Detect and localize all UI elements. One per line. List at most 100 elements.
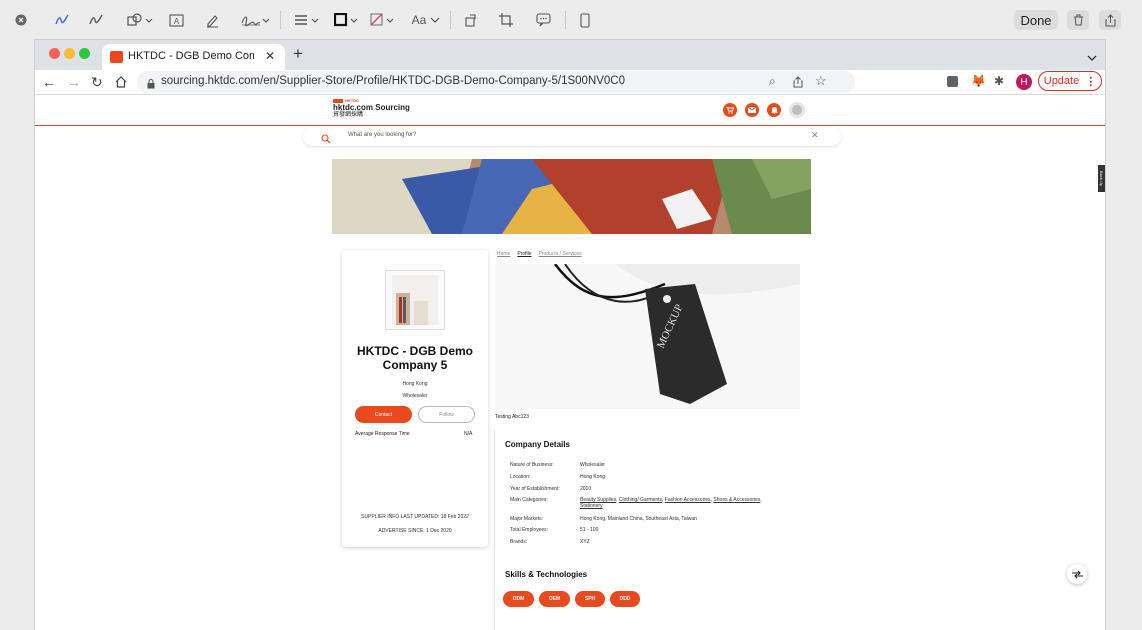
sketch-icon[interactable] xyxy=(52,9,72,31)
back-arrow-icon[interactable]: ← xyxy=(42,74,56,90)
url-text: sourcing.hktdc.com/en/Supplier-Store/Pro… xyxy=(161,75,626,87)
main-categories-links: Beauty Supplies, Clothing/ Garments, Fas… xyxy=(580,497,762,509)
new-tab-icon[interactable]: + xyxy=(293,44,303,64)
nav-profile-link[interactable]: Profile xyxy=(517,251,531,257)
site-search-input[interactable]: What are you looking for? ✕ xyxy=(303,128,841,146)
annotate-icon[interactable] xyxy=(534,9,552,31)
fill-color-icon[interactable] xyxy=(369,9,397,31)
crop-icon[interactable] xyxy=(497,9,515,31)
breadcrumb: Home Profile Products / Services xyxy=(497,251,582,257)
logo-title: hktdc.com Sourcing xyxy=(333,103,410,112)
browser-window: HKTDC - DGB Demo Company ✕ + ← → ↻ sourc… xyxy=(35,40,1105,630)
category-link[interactable]: Shoes & Accessories xyxy=(713,497,760,503)
detail-label: Brands: xyxy=(510,539,528,545)
forward-arrow-icon[interactable]: → xyxy=(67,74,81,90)
font-label: Aa xyxy=(411,13,427,27)
detail-label: Year of Establishment: xyxy=(510,486,560,492)
skill-tag[interactable]: DDD xyxy=(610,591,640,607)
follow-button[interactable]: Follow xyxy=(418,406,475,423)
last-updated-text: SUPPLIER INFO LAST UPDATED: 18 Feb 2022 xyxy=(361,514,469,520)
side-floating-tab[interactable]: Back Up xyxy=(1098,165,1105,192)
done-button[interactable]: Done xyxy=(1014,10,1058,30)
minimize-window-button[interactable] xyxy=(64,48,75,59)
contact-button[interactable]: Contact xyxy=(355,406,412,423)
font-menu[interactable]: Aa xyxy=(410,9,442,31)
tab-search-chevron-icon[interactable] xyxy=(1087,49,1097,67)
detail-value: Hong Kong xyxy=(580,474,606,480)
hktdc-favicon-icon xyxy=(110,51,123,63)
company-type: Wholesaler xyxy=(402,393,428,399)
reload-icon[interactable]: ↻ xyxy=(91,74,103,91)
extension-icon[interactable] xyxy=(947,76,958,87)
share-page-icon[interactable] xyxy=(793,75,803,93)
shapes-icon[interactable] xyxy=(125,9,155,31)
company-logo-image xyxy=(385,270,445,330)
company-location: Hong Kong xyxy=(402,381,428,387)
signature-icon[interactable] xyxy=(240,9,270,31)
response-time-value: N/A xyxy=(464,431,473,437)
clear-search-icon[interactable]: ✕ xyxy=(811,130,819,141)
hero-caption: Testing Abc123 xyxy=(495,414,529,420)
highlight-icon[interactable] xyxy=(203,9,221,31)
close-tab-icon[interactable]: ✕ xyxy=(265,49,275,63)
company-name: HKTDC - DGB Demo Company 5 xyxy=(357,344,473,372)
skill-tag[interactable]: OEM xyxy=(539,591,570,607)
logo-chinese: 貿發網採購 xyxy=(333,112,364,118)
draw-icon[interactable] xyxy=(86,9,106,31)
zoom-window-button[interactable] xyxy=(79,48,90,59)
update-button[interactable]: Update ⋮ xyxy=(1038,71,1102,91)
bell-icon[interactable] xyxy=(767,103,781,117)
metamask-icon[interactable]: 🦊 xyxy=(971,74,986,88)
svg-text:A: A xyxy=(173,17,179,26)
skill-tag[interactable]: SPH xyxy=(575,591,605,607)
close-markup-icon[interactable] xyxy=(12,9,30,31)
home-icon[interactable] xyxy=(115,75,127,93)
web-page: HKTDC hktdc.com Sourcing 貿發網採購 What are … xyxy=(35,95,1105,630)
search-placeholder: What are you looking for? xyxy=(348,132,417,138)
user-avatar-icon[interactable] xyxy=(789,102,805,118)
company-card: HKTDC - DGB Demo Company 5 Hong Kong Who… xyxy=(342,250,488,547)
text-box-icon[interactable]: A xyxy=(167,9,185,31)
zoom-icon[interactable]: ⌕ xyxy=(769,74,776,89)
detail-label: Major Markets: xyxy=(510,516,544,522)
mockup-hero-image: MOCKUP xyxy=(495,264,800,409)
search-icon xyxy=(321,131,331,149)
browser-tab[interactable]: HKTDC - DGB Demo Company ✕ xyxy=(102,44,285,70)
mail-icon[interactable] xyxy=(745,103,759,117)
share-icon[interactable] xyxy=(1099,10,1121,30)
border-color-icon[interactable] xyxy=(333,9,361,31)
markup-toolbar: A Aa Done xyxy=(0,0,1142,40)
skills-section: Skills & Technologies ODM OEM SPH DDD xyxy=(494,561,825,630)
floating-compare-icon[interactable] xyxy=(1067,564,1087,584)
advertise-since-text: ADVERTISE SINCE: 1 Dec 2020 xyxy=(378,528,452,534)
kebab-menu-icon: ⋮ xyxy=(1085,75,1097,88)
detail-value: 51 - 100 xyxy=(580,527,599,533)
puzzle-extensions-icon[interactable]: ✱ xyxy=(994,74,1004,88)
skill-tag[interactable]: ODM xyxy=(503,591,534,607)
detail-value: Hong Kong, Mainland China, Southeast Asi… xyxy=(580,516,697,522)
close-window-button[interactable] xyxy=(49,48,60,59)
category-link[interactable]: Clothing/ Garments xyxy=(619,497,662,503)
category-link[interactable]: Fashion Accessories xyxy=(665,497,711,503)
detail-label: Location: xyxy=(510,474,531,480)
nav-products-link[interactable]: Products / Services xyxy=(539,251,582,257)
site-logo[interactable]: HKTDC hktdc.com Sourcing 貿發網採購 xyxy=(333,98,410,119)
company-details-heading: Company Details xyxy=(505,440,570,449)
cart-icon[interactable] xyxy=(723,103,737,117)
detail-label: Main Categories: xyxy=(510,497,548,503)
trash-icon[interactable] xyxy=(1067,10,1089,30)
browser-toolbar: ← → ↻ sourcing.hktdc.com/en/Supplier-Sto… xyxy=(35,70,1105,95)
address-bar[interactable]: sourcing.hktdc.com/en/Supplier-Store/Pro… xyxy=(137,71,855,93)
device-icon[interactable] xyxy=(578,9,592,31)
detail-label: Total Employees: xyxy=(510,527,549,533)
nav-home-link[interactable]: Home xyxy=(497,251,510,257)
skills-heading: Skills & Technologies xyxy=(505,570,588,579)
lock-icon[interactable] xyxy=(147,76,155,94)
bookmark-star-icon[interactable]: ☆ xyxy=(815,73,827,89)
line-style-icon[interactable] xyxy=(293,9,321,31)
rotate-icon[interactable] xyxy=(462,9,480,31)
profile-avatar[interactable]: H xyxy=(1016,74,1032,90)
detail-value: 2010 xyxy=(580,486,592,492)
category-link[interactable]: Stationery xyxy=(580,503,603,509)
detail-value: Wholesaler xyxy=(580,462,606,468)
